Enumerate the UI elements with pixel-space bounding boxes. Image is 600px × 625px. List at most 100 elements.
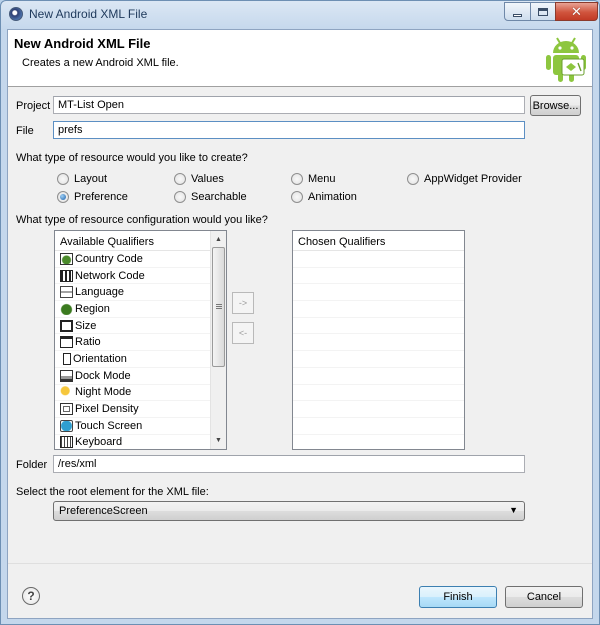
empty-list-row [293, 385, 464, 402]
qualifier-item[interactable]: Orientation [55, 351, 226, 368]
folder-label: Folder [16, 459, 48, 471]
footer-divider [8, 563, 592, 564]
keyboard-icon [60, 436, 73, 449]
qualifier-item[interactable]: Pixel Density [55, 401, 226, 418]
qualifier-item[interactable]: Dock Mode [55, 368, 226, 385]
radio-searchable-indicator [174, 191, 186, 203]
available-qualifiers-list[interactable]: Available Qualifiers Country Code Network… [54, 230, 227, 450]
qualifier-item-label: Pixel Density [75, 403, 139, 416]
qualifier-item[interactable]: Touch Screen [55, 418, 226, 435]
scroll-down-icon[interactable]: ▼ [211, 433, 226, 448]
size-icon [60, 319, 73, 332]
empty-list-row [293, 268, 464, 285]
scroll-up-icon[interactable]: ▲ [211, 232, 226, 247]
dialog-window: New Android XML File ✕ New Android XML F… [0, 0, 600, 625]
maximize-icon [538, 7, 548, 16]
maximize-button[interactable] [530, 2, 556, 21]
empty-list-row [293, 284, 464, 302]
qualifier-item-label: Network Code [75, 269, 145, 282]
cancel-button[interactable]: Cancel [505, 586, 583, 608]
root-element-value: PreferenceScreen [59, 505, 148, 517]
empty-list-row [293, 351, 464, 368]
configuration-question: What type of resource configuration woul… [16, 214, 268, 226]
dock-mode-icon [60, 369, 73, 382]
wizard-banner: New Android XML File Creates a new Andro… [8, 30, 592, 87]
qualifier-item[interactable]: Night Mode [55, 385, 226, 402]
qualifier-item-label: Size [75, 319, 97, 332]
radio-layout[interactable]: Layout [57, 172, 107, 186]
window-title: New Android XML File [29, 7, 148, 21]
radio-menu-label: Menu [308, 173, 336, 185]
scrollbar-thumb[interactable] [212, 247, 225, 367]
remove-qualifier-button[interactable]: <- [232, 322, 254, 344]
help-icon[interactable]: ? [22, 587, 40, 605]
empty-list-row [293, 401, 464, 418]
radio-animation[interactable]: Animation [291, 190, 357, 204]
title-bar[interactable]: New Android XML File ✕ [1, 1, 599, 27]
qualifier-item[interactable]: Keyboard [55, 435, 226, 449]
android-logo-icon [546, 37, 586, 82]
radio-preference-label: Preference [74, 191, 128, 203]
radio-animation-label: Animation [308, 191, 357, 203]
minimize-button[interactable] [504, 2, 531, 21]
region-icon [60, 302, 73, 315]
available-qualifiers-header: Available Qualifiers [55, 231, 226, 251]
resource-type-question: What type of resource would you like to … [16, 152, 248, 164]
empty-list-row [293, 251, 464, 268]
finish-button[interactable]: Finish [419, 586, 497, 608]
empty-list-row [293, 318, 464, 335]
radio-appwidget-provider[interactable]: AppWidget Provider [407, 172, 522, 186]
qualifier-item-label: Touch Screen [75, 419, 143, 432]
qualifier-item-label: Region [75, 302, 110, 315]
root-element-select[interactable]: PreferenceScreen ▼ [53, 501, 525, 521]
qualifier-item-label: Keyboard [75, 436, 123, 449]
pixel-density-icon [60, 403, 73, 416]
browse-button[interactable]: Browse... [530, 95, 581, 116]
radio-menu-indicator [291, 173, 303, 185]
radio-layout-label: Layout [74, 173, 108, 185]
radio-appwidget-indicator [407, 173, 419, 185]
dialog-client-area: New Android XML File Creates a new Andro… [7, 29, 593, 619]
banner-title: New Android XML File [14, 36, 151, 51]
minimize-icon [513, 13, 522, 17]
project-label: Project [16, 100, 51, 112]
qualifier-item[interactable]: Language [55, 284, 226, 302]
project-input[interactable]: MT-List Open [53, 96, 525, 114]
add-qualifier-button[interactable]: -> [232, 292, 254, 314]
radio-appwidget-label: AppWidget Provider [424, 173, 522, 185]
qualifier-item[interactable]: Country Code [55, 251, 226, 268]
empty-list-row [293, 368, 464, 385]
country-code-icon [60, 252, 73, 265]
qualifier-item[interactable]: Size [55, 318, 226, 335]
chosen-qualifiers-list[interactable]: Chosen Qualifiers [292, 230, 465, 450]
available-qualifiers-scrollbar[interactable]: ▲ ▼ [210, 231, 226, 449]
empty-list-row [293, 418, 464, 435]
file-input[interactable]: prefs [53, 121, 525, 139]
radio-layout-indicator [57, 173, 69, 185]
qualifier-item-label: Ratio [75, 336, 101, 349]
radio-preference[interactable]: Preference [57, 190, 128, 204]
close-button[interactable]: ✕ [555, 2, 598, 21]
radio-animation-indicator [291, 191, 303, 203]
qualifier-item-label: Language [75, 286, 124, 299]
radio-values-indicator [174, 173, 186, 185]
chevron-down-icon: ▼ [509, 505, 518, 515]
empty-list-row [293, 301, 464, 318]
qualifier-item-label: Country Code [75, 252, 143, 265]
radio-searchable[interactable]: Searchable [174, 190, 247, 204]
radio-searchable-label: Searchable [191, 191, 247, 203]
qualifier-item[interactable]: Region [55, 301, 226, 318]
file-label: File [16, 125, 34, 137]
qualifier-item[interactable]: Network Code [55, 268, 226, 285]
radio-menu[interactable]: Menu [291, 172, 336, 186]
qualifier-item-label: Dock Mode [75, 369, 131, 382]
empty-list-row [293, 334, 464, 352]
folder-input[interactable]: /res/xml [53, 455, 525, 473]
language-icon [60, 286, 73, 299]
qualifier-item-label: Orientation [73, 352, 127, 365]
radio-values[interactable]: Values [174, 172, 224, 186]
radio-preference-indicator [57, 191, 69, 203]
qualifier-item-label: Night Mode [75, 386, 132, 399]
network-code-icon [60, 269, 73, 282]
qualifier-item[interactable]: Ratio [55, 334, 226, 352]
